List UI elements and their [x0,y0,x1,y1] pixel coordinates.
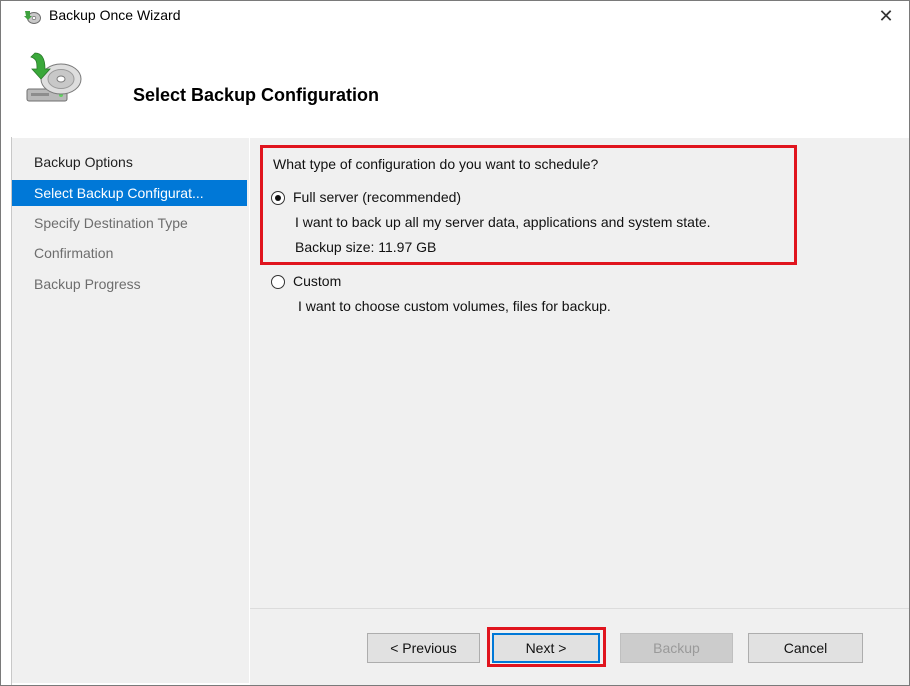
next-highlight [487,627,606,667]
title-bar: Backup Once Wizard ✕ [1,1,909,31]
nav-step-confirmation: Confirmation [34,245,114,261]
previous-button[interactable]: < Previous [367,633,480,663]
cancel-button[interactable]: Cancel [748,633,863,663]
nav-step-backup-options[interactable]: Backup Options [11,149,247,175]
close-button[interactable]: ✕ [871,3,901,29]
custom-label[interactable]: Custom [293,273,341,289]
window-title: Backup Once Wizard [49,7,181,23]
nav-step-select-backup-configuration[interactable]: Select Backup Configurat... [11,180,247,206]
nav-step-backup-progress: Backup Progress [34,276,141,292]
wizard-header: Select Backup Configuration [1,31,909,137]
full-server-highlight [260,145,797,265]
custom-description: I want to choose custom volumes, files f… [298,298,611,314]
wizard-window: Backup Once Wizard ✕ Select Backup Confi… [0,0,910,686]
close-icon: ✕ [878,6,894,26]
backup-icon [24,11,41,24]
backup-button: Backup [620,633,733,663]
wizard-steps-nav: Backup Options Select Backup Configurat.… [11,138,249,683]
page-title: Select Backup Configuration [133,85,380,105]
backup-disk-icon [26,52,82,102]
custom-radio[interactable] [271,275,285,289]
nav-step-specify-destination-type: Specify Destination Type [34,215,188,231]
